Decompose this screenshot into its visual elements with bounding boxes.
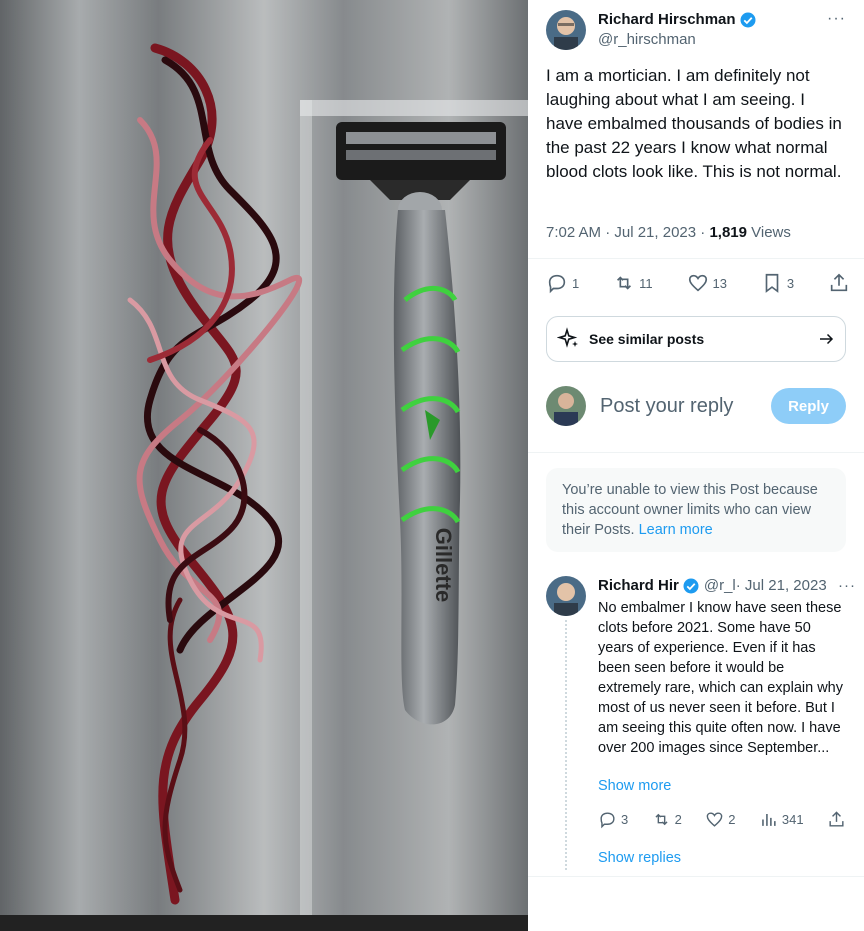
like-count: 13 <box>712 275 727 291</box>
reply-more-options-icon[interactable]: ··· <box>838 576 856 596</box>
bookmark-action[interactable]: 3 <box>761 272 794 294</box>
reply-reply-action[interactable]: 3 <box>598 810 628 829</box>
reply-views-action[interactable]: 341 <box>759 810 804 829</box>
post-text: I am a mortician. I am definitely not la… <box>546 66 842 181</box>
show-more-link[interactable]: Show more <box>598 778 671 794</box>
reply-composer: Post your reply Reply <box>546 386 846 426</box>
analytics-icon <box>762 813 776 826</box>
reply-action[interactable]: 1 <box>546 272 579 294</box>
reply-text: No embalmer I know have seen these clots… <box>598 600 843 756</box>
see-similar-posts-button[interactable]: See similar posts <box>546 316 846 362</box>
repost-icon <box>655 813 668 826</box>
views-label: Views <box>746 224 791 241</box>
repost-action[interactable]: 11 <box>613 272 653 294</box>
post-timestamp[interactable]: 7:02 AM · Jul 21, 2023 · <box>546 224 709 241</box>
views-count: 1,819 <box>709 224 747 241</box>
reply-icon <box>600 812 615 829</box>
thread-line <box>565 620 567 870</box>
reply-author-handle[interactable]: @r_l <box>704 576 736 596</box>
repost-count: 11 <box>639 275 653 291</box>
reply-author-name[interactable]: Richard Hir <box>598 576 679 596</box>
reply-like-count: 2 <box>728 812 736 827</box>
repost-icon <box>617 276 632 290</box>
divider <box>528 876 864 877</box>
divider <box>528 452 864 453</box>
reply-actions: 3 2 2 341 <box>598 810 846 829</box>
verified-badge-icon <box>683 578 699 594</box>
heart-icon <box>688 274 707 292</box>
reply-repost-count: 2 <box>674 812 682 827</box>
reply-views-count: 341 <box>781 812 804 827</box>
author-name[interactable]: Richard Hirschman <box>598 10 736 30</box>
reply-header: Richard Hir @r_l · Jul 21, 2023 ··· <box>598 576 856 596</box>
learn-more-link[interactable]: Learn more <box>639 522 713 538</box>
bookmark-count: 3 <box>786 275 795 291</box>
reply-reply-count: 3 <box>621 812 629 827</box>
see-similar-posts-label: See similar posts <box>589 331 705 347</box>
divider <box>528 258 864 259</box>
razor-brand: Gillette <box>431 528 456 603</box>
author-handle[interactable]: @r_hirschman <box>598 30 757 50</box>
reply-input[interactable]: Post your reply <box>600 395 771 418</box>
restricted-notice: You’re unable to view this Post because … <box>546 468 846 552</box>
reply-post[interactable]: Richard Hir @r_l · Jul 21, 2023 ··· No e… <box>546 576 856 870</box>
share-icon <box>829 811 844 827</box>
post-meta: 7:02 AM · Jul 21, 2023 · 1,819 Views <box>546 224 791 241</box>
heart-icon <box>706 812 723 827</box>
more-options-icon[interactable]: ··· <box>827 10 846 28</box>
share-icon <box>830 273 848 292</box>
reply-count: 1 <box>572 275 580 291</box>
post-actions: 1 11 13 3 <box>546 272 850 294</box>
photo-illustration: Gillette <box>0 0 528 931</box>
post-panel: Richard Hirschman @r_hirschman ··· I am … <box>528 0 864 931</box>
reply-date[interactable]: · Jul 21, 2023 <box>736 576 827 596</box>
reply-repost-action[interactable]: 2 <box>652 810 682 829</box>
reply-icon <box>548 274 566 294</box>
post-image[interactable]: Gillette <box>0 0 528 931</box>
share-action[interactable] <box>828 272 850 294</box>
like-action[interactable]: 13 <box>687 272 727 294</box>
arrow-right-icon <box>820 333 834 345</box>
show-replies-link[interactable]: Show replies <box>598 850 681 866</box>
verified-badge-icon <box>740 12 756 28</box>
reply-share-action[interactable] <box>827 810 846 829</box>
reply-like-action[interactable]: 2 <box>705 810 735 829</box>
author-avatar[interactable] <box>546 10 586 50</box>
reply-author-avatar[interactable] <box>546 576 586 616</box>
sparkle-icon <box>557 327 578 348</box>
post-header: Richard Hirschman @r_hirschman <box>546 10 856 50</box>
reply-button[interactable]: Reply <box>771 388 846 424</box>
user-avatar[interactable] <box>546 386 586 426</box>
bookmark-icon <box>765 273 779 293</box>
